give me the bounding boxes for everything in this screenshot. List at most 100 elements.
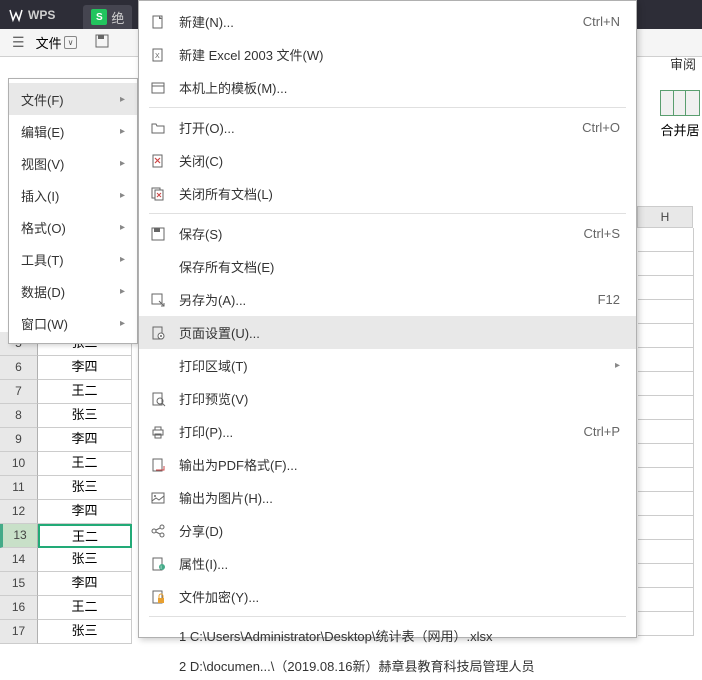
submenu-item[interactable]: 关闭(C): [139, 144, 636, 177]
recent-file-item[interactable]: 1 C:\Users\Administrator\Desktop\统计表（网用）…: [139, 620, 636, 650]
cell[interactable]: 李四: [38, 356, 132, 380]
chevron-right-icon: ▸: [120, 158, 125, 169]
recent-file-item[interactable]: 2 D:\documen...\（2019.08.16新）赫章县教育科技局管理人…: [139, 650, 636, 680]
row-header[interactable]: 16: [0, 596, 38, 620]
cell[interactable]: [638, 612, 694, 636]
save-icon: [149, 225, 167, 243]
merge-cells-button[interactable]: 合并居: [660, 90, 700, 139]
shortcut: Ctrl+O: [582, 120, 620, 135]
submenu-item[interactable]: 关闭所有文档(L): [139, 177, 636, 210]
column-header-h[interactable]: H: [637, 206, 693, 228]
cell[interactable]: 张三: [38, 620, 132, 644]
cell[interactable]: 李四: [38, 572, 132, 596]
cell[interactable]: [638, 444, 694, 468]
app-logo: WPS: [8, 7, 55, 23]
cell[interactable]: [638, 468, 694, 492]
submenu-item[interactable]: 保存所有文档(E): [139, 250, 636, 283]
cell[interactable]: 李四: [38, 500, 132, 524]
file-menu-button[interactable]: 文件 ∨: [31, 30, 83, 55]
submenu-item[interactable]: 打印区域(T)▸: [139, 349, 636, 382]
cell[interactable]: [638, 540, 694, 564]
cell[interactable]: 李四: [38, 428, 132, 452]
submenu-item[interactable]: 页面设置(U)...: [139, 316, 636, 349]
chevron-down-icon: ∨: [64, 36, 78, 49]
submenu-item[interactable]: 输出为图片(H)...: [139, 481, 636, 514]
cell[interactable]: [638, 588, 694, 612]
shortcut: Ctrl+P: [584, 424, 620, 439]
cell[interactable]: [638, 492, 694, 516]
cell[interactable]: 张三: [38, 476, 132, 500]
cell[interactable]: 张三: [38, 404, 132, 428]
cell[interactable]: 王二: [38, 380, 132, 404]
menu-item[interactable]: 编辑(E)▸: [9, 115, 137, 147]
cell[interactable]: 王二: [38, 596, 132, 620]
cell[interactable]: [638, 300, 694, 324]
document-name: 绝: [111, 8, 124, 27]
document-tab[interactable]: S 绝: [83, 5, 132, 29]
row-header[interactable]: 11: [0, 476, 38, 500]
save-toolbar-icon[interactable]: [90, 33, 114, 52]
shortcut: Ctrl+N: [583, 14, 620, 29]
menu-item[interactable]: 视图(V)▸: [9, 147, 137, 179]
submenu-item[interactable]: 本机上的模板(M)...: [139, 71, 636, 104]
submenu-item[interactable]: 新建(N)...Ctrl+N: [139, 5, 636, 38]
svg-text:X: X: [155, 53, 160, 60]
row-header[interactable]: 10: [0, 452, 38, 476]
svg-text:i: i: [161, 565, 162, 571]
submenu-item[interactable]: 打印(P)...Ctrl+P: [139, 415, 636, 448]
preview-icon: [149, 390, 167, 408]
submenu-item[interactable]: 分享(D): [139, 514, 636, 547]
excel2003-icon: X: [149, 46, 167, 64]
menu-item[interactable]: 窗口(W)▸: [9, 307, 137, 339]
cell[interactable]: [638, 372, 694, 396]
submenu-item[interactable]: 文件加密(Y)...: [139, 580, 636, 613]
cell[interactable]: 张三: [38, 548, 132, 572]
merge-icon: [660, 90, 700, 116]
cell[interactable]: [638, 252, 694, 276]
hamburger-icon[interactable]: ☰: [8, 34, 29, 51]
cell[interactable]: 王二: [38, 452, 132, 476]
pagesetup-icon: [149, 324, 167, 342]
submenu-item[interactable]: 保存(S)Ctrl+S: [139, 217, 636, 250]
menu-item[interactable]: 数据(D)▸: [9, 275, 137, 307]
chevron-right-icon: ▸: [120, 126, 125, 137]
chevron-right-icon: ▸: [615, 360, 620, 371]
cell[interactable]: 王二: [38, 524, 132, 548]
submenu-item[interactable]: X新建 Excel 2003 文件(W): [139, 38, 636, 71]
spreadsheet-icon: S: [91, 9, 107, 25]
row-header[interactable]: 15: [0, 572, 38, 596]
chevron-right-icon: ▸: [120, 222, 125, 233]
row-header[interactable]: 17: [0, 620, 38, 644]
menu-item[interactable]: 插入(I)▸: [9, 179, 137, 211]
chevron-right-icon: ▸: [120, 286, 125, 297]
props-icon: i: [149, 555, 167, 573]
cell[interactable]: [638, 516, 694, 540]
shortcut: Ctrl+S: [584, 226, 620, 241]
cell[interactable]: [638, 564, 694, 588]
row-header[interactable]: 6: [0, 356, 38, 380]
submenu-item[interactable]: 输出为PDF格式(F)...: [139, 448, 636, 481]
submenu-item[interactable]: 打印预览(V): [139, 382, 636, 415]
cell[interactable]: [638, 420, 694, 444]
file-submenu: 新建(N)...Ctrl+NX新建 Excel 2003 文件(W)本机上的模板…: [138, 0, 637, 638]
cell[interactable]: [638, 228, 694, 252]
row-header[interactable]: 9: [0, 428, 38, 452]
blank-icon: [149, 258, 167, 276]
row-header[interactable]: 12: [0, 500, 38, 524]
menu-item[interactable]: 格式(O)▸: [9, 211, 137, 243]
submenu-item[interactable]: i属性(I)...: [139, 547, 636, 580]
menu-item[interactable]: 工具(T)▸: [9, 243, 137, 275]
row-header[interactable]: 8: [0, 404, 38, 428]
cell[interactable]: [638, 396, 694, 420]
cell[interactable]: [638, 324, 694, 348]
row-header[interactable]: 14: [0, 548, 38, 572]
cell[interactable]: [638, 348, 694, 372]
row-header[interactable]: 7: [0, 380, 38, 404]
cell[interactable]: [638, 276, 694, 300]
submenu-item[interactable]: 打开(O)...Ctrl+O: [139, 111, 636, 144]
tab-review[interactable]: 审阅: [670, 54, 696, 73]
row-header[interactable]: 13: [0, 524, 38, 548]
menu-item[interactable]: 文件(F)▸: [9, 83, 137, 115]
chevron-right-icon: ▸: [120, 190, 125, 201]
submenu-item[interactable]: 另存为(A)...F12: [139, 283, 636, 316]
